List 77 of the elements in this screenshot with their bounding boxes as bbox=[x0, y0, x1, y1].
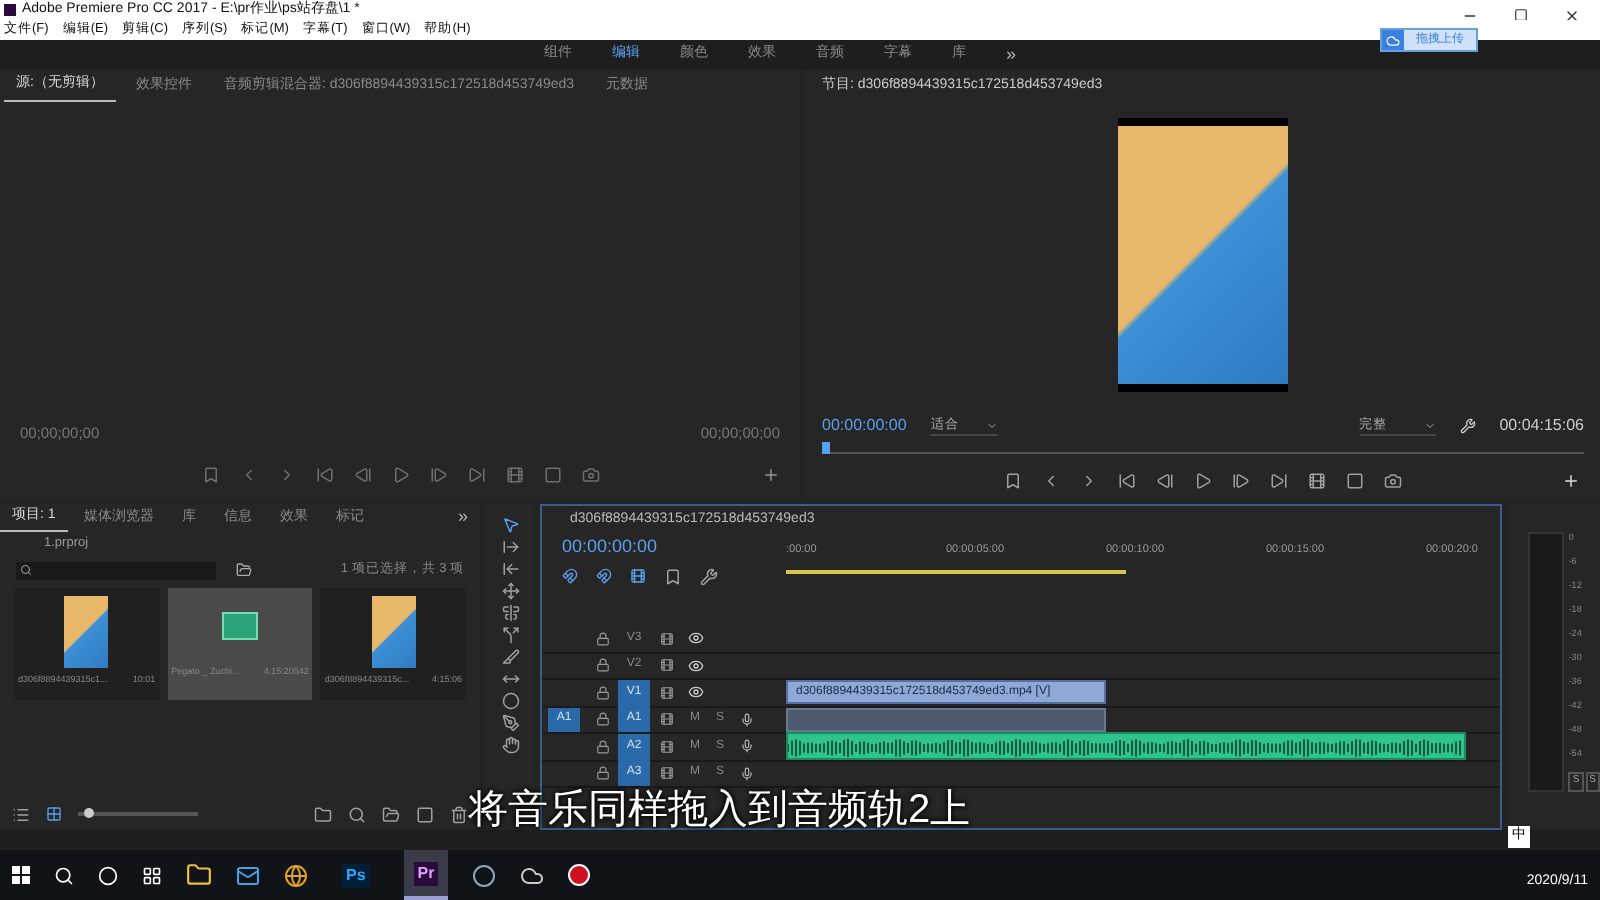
step-back-icon[interactable] bbox=[353, 465, 371, 483]
zoom-slider-thumb[interactable] bbox=[83, 808, 94, 818]
audio-clip[interactable] bbox=[786, 707, 1106, 732]
slip-icon[interactable] bbox=[501, 670, 519, 688]
pen-tool-icon[interactable] bbox=[501, 714, 519, 732]
hand-tool-icon[interactable] bbox=[501, 736, 519, 754]
lock-icon[interactable] bbox=[595, 766, 609, 781]
eye-icon[interactable] bbox=[688, 630, 704, 647]
icon-view-icon[interactable] bbox=[46, 806, 62, 822]
eye-icon[interactable] bbox=[688, 684, 704, 701]
mic-icon[interactable] bbox=[740, 711, 755, 728]
caret-icon bbox=[1423, 419, 1436, 431]
lock-icon[interactable] bbox=[595, 712, 609, 727]
list-view-icon[interactable] bbox=[12, 805, 30, 823]
video-thumbnail bbox=[371, 596, 416, 668]
bin-icon[interactable] bbox=[314, 805, 332, 823]
circle-icon[interactable] bbox=[98, 865, 118, 885]
cloud-icon bbox=[1386, 33, 1400, 47]
add-button-icon[interactable] bbox=[762, 465, 780, 483]
program-timecode[interactable]: 00:00:00:00 bbox=[822, 414, 907, 438]
lock-icon[interactable] bbox=[595, 685, 609, 700]
lock-icon[interactable] bbox=[595, 739, 609, 754]
audio-thumbnail-icon bbox=[222, 612, 258, 640]
mic-icon[interactable] bbox=[740, 738, 755, 755]
wrench-icon[interactable] bbox=[700, 567, 718, 585]
program-duration: 00:04:15:06 bbox=[1499, 414, 1584, 438]
eye-icon[interactable] bbox=[688, 657, 704, 674]
windows-logo-icon[interactable] bbox=[12, 866, 30, 884]
workspace-overflow[interactable]: » bbox=[1006, 41, 1017, 69]
folder-icon[interactable] bbox=[236, 562, 252, 578]
camera-icon[interactable] bbox=[581, 465, 599, 483]
record-icon[interactable] bbox=[568, 864, 591, 886]
wrench-icon[interactable] bbox=[1459, 418, 1476, 434]
panel-overflow[interactable]: » bbox=[457, 504, 480, 532]
marker-icon[interactable] bbox=[1004, 471, 1022, 489]
step-forward-icon[interactable] bbox=[429, 465, 447, 483]
split-icon[interactable] bbox=[501, 626, 519, 644]
camera-icon[interactable] bbox=[1384, 471, 1402, 489]
folder-icon[interactable] bbox=[186, 862, 212, 888]
lock-icon[interactable] bbox=[595, 658, 609, 673]
skip-back-icon[interactable] bbox=[315, 465, 333, 483]
add-marker-icon[interactable] bbox=[664, 567, 682, 585]
razor-icon[interactable] bbox=[501, 648, 519, 666]
chevron-left-icon[interactable] bbox=[1042, 471, 1060, 489]
timeline-timecode[interactable]: 00:00:00:00 bbox=[562, 534, 786, 561]
add-button-icon[interactable] bbox=[1562, 471, 1580, 489]
search-icon bbox=[20, 564, 32, 576]
step-forward-icon[interactable] bbox=[1232, 471, 1250, 489]
play-icon[interactable] bbox=[1194, 471, 1212, 489]
skip-forward-icon[interactable] bbox=[1270, 471, 1288, 489]
search-field[interactable] bbox=[16, 561, 216, 579]
disc-icon[interactable] bbox=[472, 863, 497, 887]
marker-icon[interactable] bbox=[201, 465, 219, 483]
caret-icon bbox=[986, 419, 999, 431]
pointer-tool-icon[interactable] bbox=[501, 516, 519, 534]
skip-back-icon[interactable] bbox=[1118, 471, 1136, 489]
task-view-icon[interactable] bbox=[142, 865, 162, 885]
maximize-icon[interactable] bbox=[1514, 8, 1528, 22]
mic-icon[interactable] bbox=[740, 765, 755, 782]
work-area-bar[interactable] bbox=[786, 570, 1126, 575]
taskbar-app[interactable]: Pr bbox=[403, 850, 449, 900]
cloud-icon[interactable] bbox=[520, 863, 545, 887]
search-icon[interactable] bbox=[348, 805, 366, 823]
step-back-icon[interactable] bbox=[1156, 471, 1174, 489]
video-caption: 将音乐同样拖入到音频轨2上 bbox=[468, 786, 971, 836]
skip-forward-icon[interactable] bbox=[467, 465, 485, 483]
browser-icon[interactable] bbox=[284, 863, 308, 887]
trash-icon[interactable] bbox=[450, 805, 468, 823]
taskbar-app[interactable]: Ps bbox=[332, 850, 380, 900]
video-thumbnail bbox=[64, 596, 109, 668]
app-icon bbox=[4, 4, 16, 16]
mail-icon[interactable] bbox=[236, 863, 260, 887]
chevron-right-icon[interactable] bbox=[1080, 471, 1098, 489]
new-bin-icon[interactable] bbox=[382, 805, 400, 823]
snap-icon[interactable] bbox=[562, 567, 578, 583]
lock-icon[interactable] bbox=[595, 631, 609, 646]
play-icon[interactable] bbox=[391, 465, 409, 483]
